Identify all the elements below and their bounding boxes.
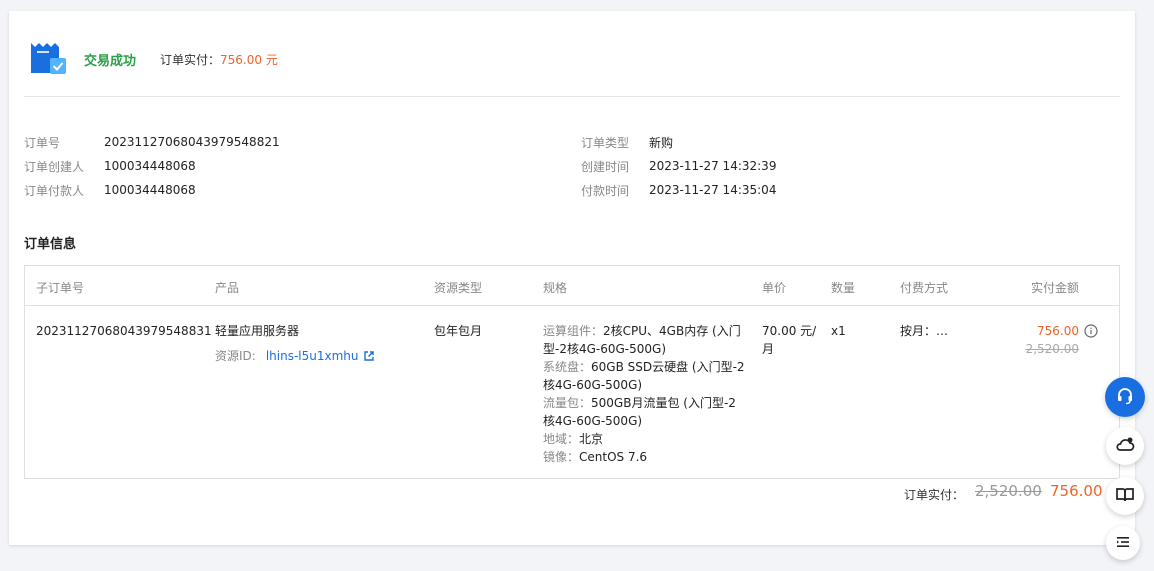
- spec-line-cont: 核4G-60G-500G): [543, 378, 643, 392]
- spec-line-cont: 核4G-60G-500G): [543, 414, 643, 428]
- resource-id-link[interactable]: lhins-l5u1xmhu: [266, 349, 359, 363]
- product-name: 轻量应用服务器: [215, 324, 300, 338]
- footer-paid-label: 订单实付：: [904, 488, 965, 502]
- external-link-icon[interactable]: [363, 348, 374, 361]
- resource-id-label: 资源ID:: [215, 349, 256, 363]
- outline-button[interactable]: [1106, 526, 1140, 560]
- footer-final-amount: 756.00: [1050, 482, 1103, 500]
- meta-label: 订单号: [24, 135, 61, 150]
- spec-line: 地域：北京: [543, 430, 753, 448]
- meta-value: 新购: [649, 135, 674, 150]
- order-status-header: 交易成功 订单实付： 756.00 元: [29, 41, 278, 77]
- spec-line-cont: 型-2核4G-60G-500G): [543, 342, 667, 356]
- info-icon[interactable]: [1084, 324, 1098, 338]
- column-header: 产品: [215, 281, 240, 295]
- list-icon: [1115, 534, 1131, 553]
- spec-line: 镜像：CentOS 7.6: [543, 448, 753, 466]
- spec-key: 流量包：: [543, 396, 592, 410]
- unit-price-line: 70.00 元/: [762, 324, 817, 338]
- meta-label: 订单付款人: [24, 183, 85, 198]
- meta-value: 20231127068043979548821: [104, 135, 280, 149]
- resource-type: 包年包月: [434, 324, 483, 338]
- book-icon: [1115, 486, 1135, 507]
- spec-key: 地域：: [543, 432, 580, 446]
- headset-icon: [1115, 386, 1135, 409]
- meta-label: 创建时间: [581, 159, 630, 174]
- spec-line: 流量包：500GB月流量包 (入门型-2: [543, 394, 753, 412]
- sub-order-no: 20231127068043979548831: [36, 324, 212, 338]
- unit-price: 70.00 元/ 月: [762, 322, 816, 358]
- spec-cell: 运算组件：2核CPU、4GB内存 (入门 型-2核4G-60G-500G) 系统…: [543, 322, 753, 466]
- spec-key: 镜像：: [543, 450, 580, 464]
- spec-value: 2核CPU、4GB内存 (入门: [603, 324, 741, 338]
- meta-row-creator: 订单创建人 100034448068: [24, 154, 424, 178]
- meta-value: 100034448068: [104, 159, 196, 173]
- spec-key: 运算组件：: [543, 324, 604, 338]
- receipt-check-icon: [29, 41, 67, 77]
- pay-mode[interactable]: 按月：…: [900, 322, 948, 340]
- meta-row-order-no: 订单号 20231127068043979548821: [24, 130, 424, 154]
- amount-cell: 756.00 2,520.00: [1015, 322, 1079, 358]
- table-header: 子订单号 产品 资源类型 规格 单价 数量 付费方式 实付金额: [25, 266, 1119, 306]
- meta-value: 100034448068: [104, 183, 196, 197]
- meta-label: 订单创建人: [24, 159, 85, 174]
- paid-amount: 756.00 元: [220, 52, 278, 67]
- column-header: 付费方式: [900, 281, 949, 295]
- order-detail-card: 交易成功 订单实付： 756.00 元 订单号 2023112706804397…: [9, 11, 1135, 545]
- order-meta-left: 订单号 20231127068043979548821 订单创建人 100034…: [24, 130, 424, 202]
- meta-label: 订单类型: [581, 135, 630, 150]
- spec-key: 系统盘：: [543, 360, 592, 374]
- meta-row-pay-time: 付款时间 2023-11-27 14:35:04: [581, 178, 981, 202]
- column-header: 单价: [762, 281, 787, 295]
- meta-value: 2023-11-27 14:32:39: [649, 159, 777, 173]
- order-items-table: 子订单号 产品 资源类型 规格 单价 数量 付费方式 实付金额 20231127…: [24, 265, 1120, 479]
- meta-row-create-time: 创建时间 2023-11-27 14:32:39: [581, 154, 981, 178]
- column-header: 子订单号: [36, 281, 85, 295]
- paid-amount: 756.00: [1037, 324, 1079, 338]
- spec-value: 北京: [579, 432, 604, 446]
- spec-value: 500GB月流量包 (入门型-2: [591, 396, 736, 410]
- cloud-icon: [1115, 436, 1135, 457]
- resource-id-line: 资源ID: lhins-l5u1xmhu: [215, 347, 374, 365]
- spec-line: 系统盘：60GB SSD云硬盘 (入门型-2: [543, 358, 753, 376]
- meta-row-payer: 订单付款人 100034448068: [24, 178, 424, 202]
- product-cell: 轻量应用服务器 资源ID: lhins-l5u1xmhu: [215, 322, 374, 365]
- cloud-button[interactable]: [1106, 427, 1144, 465]
- column-header: 规格: [543, 281, 568, 295]
- unit-price-line: 月: [762, 342, 775, 356]
- meta-label: 付款时间: [581, 183, 630, 198]
- meta-row-order-type: 订单类型 新购: [581, 130, 981, 154]
- divider: [24, 96, 1120, 97]
- section-title: 订单信息: [24, 237, 77, 252]
- order-meta-right: 订单类型 新购 创建时间 2023-11-27 14:32:39 付款时间 20…: [581, 130, 981, 202]
- meta-value: 2023-11-27 14:35:04: [649, 183, 777, 197]
- status-title: 交易成功: [84, 53, 137, 69]
- column-header: 数量: [831, 281, 856, 295]
- column-header: 资源类型: [434, 281, 483, 295]
- customer-service-button[interactable]: [1105, 377, 1145, 417]
- spec-value: CentOS 7.6: [579, 450, 648, 464]
- quantity: x1: [831, 324, 846, 338]
- spec-line: 运算组件：2核CPU、4GB内存 (入门: [543, 322, 753, 340]
- column-header: 实付金额: [1031, 281, 1080, 295]
- spec-value: 60GB SSD云硬盘 (入门型-2: [591, 360, 745, 374]
- original-amount: 2,520.00: [1025, 342, 1079, 356]
- footer-original-amount: 2,520.00: [975, 482, 1042, 500]
- docs-button[interactable]: [1106, 477, 1144, 515]
- paid-label: 订单实付：: [160, 52, 221, 67]
